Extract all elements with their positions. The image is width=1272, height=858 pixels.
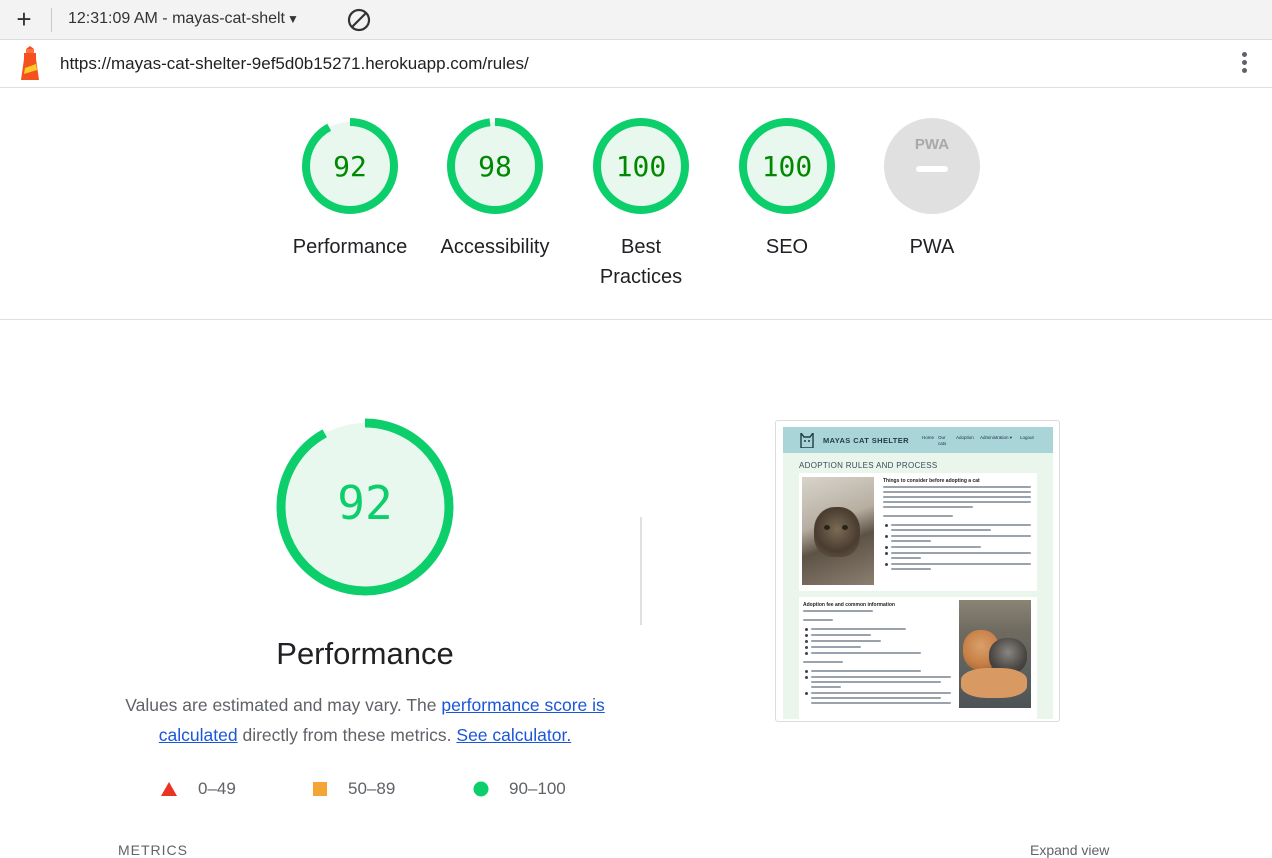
- legend-average-range: 50–89: [348, 779, 396, 798]
- legend-pass-range: 90–100: [509, 779, 566, 798]
- thumbnail-cat-photo-2: [959, 600, 1031, 708]
- gauge-best-practices-label: Best Practices: [599, 236, 683, 288]
- lighthouse-icon: [21, 46, 39, 80]
- gauge-best-practices-dial: 100: [593, 118, 689, 214]
- gauge-best-practices[interactable]: 100 Best Practices: [576, 116, 706, 292]
- plus-icon[interactable]: +: [12, 6, 36, 34]
- gauge-pwa-dial: PWA: [884, 118, 980, 214]
- legend-fail-range: 0–49: [198, 779, 236, 798]
- gauge-best-practices-score: 100: [616, 150, 667, 183]
- pwa-badge-text: PWA: [915, 136, 949, 153]
- cat-logo-icon: [800, 433, 814, 448]
- caret-down-icon: ▼: [286, 12, 299, 26]
- gauge-accessibility[interactable]: 98 Accessibility: [430, 116, 560, 262]
- gauge-performance-label: Performance: [292, 236, 408, 258]
- gauge-pwa[interactable]: PWA PWA: [867, 116, 997, 262]
- see-calculator-link[interactable]: See calculator.: [456, 725, 571, 745]
- square-icon: [313, 782, 327, 796]
- gauge-seo-dial: 100: [739, 118, 835, 214]
- gauge-accessibility-dial: 98: [447, 118, 543, 214]
- report-selector[interactable]: 12:31:09 AM - mayas-cat-shelt ▼: [68, 10, 299, 28]
- gauge-seo-score: 100: [762, 150, 813, 183]
- gauge-seo[interactable]: 100 SEO: [722, 116, 852, 262]
- gauge-accessibility-label: Accessibility: [440, 236, 550, 258]
- gauge-performance-dial: 92: [302, 118, 398, 214]
- gauge-accessibility-score: 98: [478, 150, 512, 183]
- performance-description: Values are estimated and may vary. The p…: [120, 690, 610, 750]
- performance-big-gauge: 92: [276, 418, 454, 596]
- thumbnail-nav-cats: Our cats: [938, 435, 947, 446]
- thumbnail-card1-title: Things to consider before adopting a cat: [883, 478, 980, 484]
- final-screenshot-thumbnail[interactable]: MAYAS CAT SHELTER Home Our cats Adoption…: [775, 420, 1060, 722]
- url-bar: https://mayas-cat-shelter-9ef5d0b15271.h…: [0, 41, 1272, 88]
- thumbnail-card-consider: Things to consider before adopting a cat: [799, 473, 1037, 591]
- performance-big-score: 92: [337, 476, 392, 530]
- report-selector-label: 12:31:09 AM - mayas-cat-shelt: [68, 10, 285, 27]
- triangle-icon: [161, 782, 177, 796]
- thumbnail-cat-photo-1: [802, 477, 874, 585]
- thumbnail-nav-adoption: Adoption: [956, 435, 974, 440]
- expand-view-toggle[interactable]: Expand view: [1030, 842, 1109, 858]
- thumbnail-heading: ADOPTION RULES AND PROCESS: [799, 461, 938, 470]
- thumbnail-nav-home: Home: [922, 435, 935, 440]
- performance-desc-middle: directly from these metrics.: [237, 725, 457, 745]
- thumbnail-page: MAYAS CAT SHELTER Home Our cats Adoption…: [783, 427, 1053, 719]
- gauge-seo-label: SEO: [765, 236, 809, 258]
- performance-title: Performance: [276, 636, 454, 671]
- metrics-heading: METRICS: [118, 842, 188, 858]
- block-icon[interactable]: [347, 8, 371, 32]
- performance-desc-prefix: Values are estimated and may vary. The: [125, 695, 442, 715]
- thumbnail-card-fee: Adoption fee and common information: [799, 597, 1037, 719]
- thumbnail-navbar: MAYAS CAT SHELTER Home Our cats Adoption…: [783, 427, 1053, 453]
- category-gauges: 92 Performance 98 Accessibility 100 Best…: [0, 88, 1272, 320]
- circle-icon: [473, 781, 489, 797]
- more-vert-icon[interactable]: [1234, 49, 1254, 79]
- thumbnail-brand: MAYAS CAT SHELTER: [823, 436, 909, 445]
- gauge-performance[interactable]: 92 Performance: [285, 116, 415, 262]
- pwa-dash-icon: [916, 166, 948, 172]
- toolbar-divider: [51, 8, 52, 32]
- report-toolbar: + 12:31:09 AM - mayas-cat-shelt ▼: [0, 0, 1272, 40]
- thumbnail-nav-admin: Administration ▾: [980, 435, 1013, 440]
- thumbnail-nav-logout: Logout: [1020, 435, 1034, 440]
- gauge-pwa-label: PWA: [909, 236, 955, 258]
- report-url: https://mayas-cat-shelter-9ef5d0b15271.h…: [60, 54, 529, 73]
- thumbnail-card2-title: Adoption fee and common information: [803, 602, 895, 608]
- section-divider: [640, 517, 642, 625]
- gauge-performance-score: 92: [333, 150, 367, 183]
